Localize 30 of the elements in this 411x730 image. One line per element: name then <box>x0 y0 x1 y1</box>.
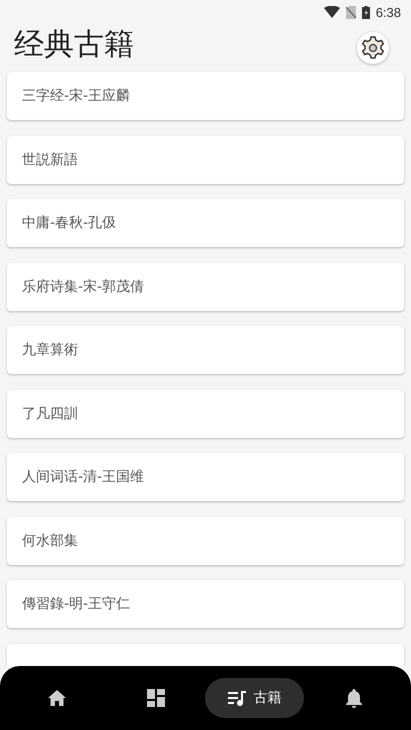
book-card[interactable]: 傳習錄-明-王守仁 <box>7 580 404 628</box>
no-sim-icon <box>346 6 356 18</box>
battery-icon <box>362 6 370 18</box>
book-card[interactable]: 世説新語 <box>7 136 404 184</box>
wifi-icon <box>324 6 340 18</box>
dashboard-icon <box>146 689 165 707</box>
book-title: 中庸-春秋-孔伋 <box>22 214 116 232</box>
nav-tab[interactable]: 古籍 <box>205 678 304 718</box>
book-card[interactable]: 乐府诗集-宋-郭茂倩 <box>7 262 404 310</box>
bell-icon <box>346 688 362 708</box>
settings-icon <box>361 36 385 60</box>
book-card[interactable]: 中庸-春秋-孔伋 <box>7 199 404 247</box>
book-title: 人间词话-清-王国维 <box>22 468 144 486</box>
book-title: 傳習錄-明-王守仁 <box>22 595 130 613</box>
book-card[interactable]: 三字经-宋-王应麟 <box>7 72 404 120</box>
home-icon <box>48 690 66 706</box>
book-title: 了凡四訓 <box>22 404 78 422</box>
list-music-icon <box>228 690 248 706</box>
book-title: 三字经-宋-王应麟 <box>22 87 130 105</box>
status-time: 6:38 <box>376 4 401 20</box>
book-card[interactable]: 了凡四訓 <box>7 390 404 438</box>
page-title: 经典古籍 <box>14 26 134 64</box>
book-card[interactable]: 九章算術 <box>7 326 404 374</box>
book-title: 何水部集 <box>22 532 78 550</box>
book-title: 乐府诗集-宋-郭茂倩 <box>22 278 144 296</box>
book-card[interactable]: 人间词话-清-王国维 <box>7 453 404 501</box>
book-title: 九章算術 <box>22 341 78 359</box>
book-title: 世説新語 <box>22 150 78 168</box>
settings-button[interactable] <box>357 32 389 64</box>
book-card[interactable]: 何水部集 <box>7 516 404 564</box>
